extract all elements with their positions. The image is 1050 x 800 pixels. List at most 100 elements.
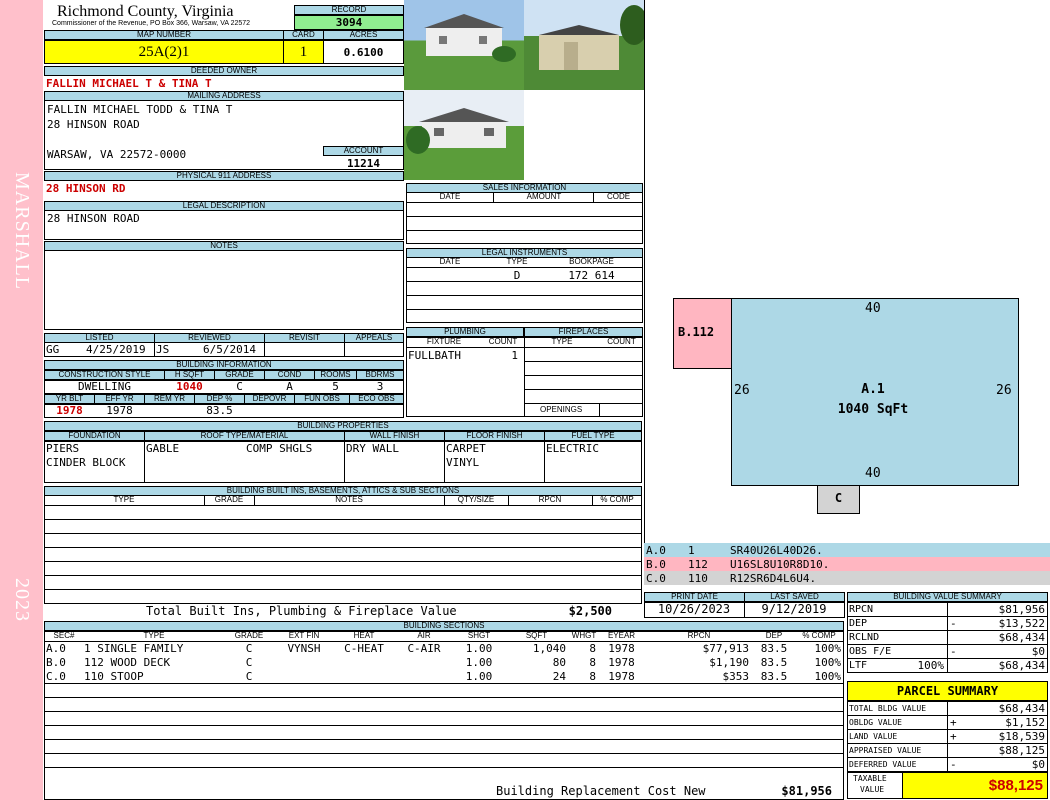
physical-address-label: PHYSICAL 911 ADDRESS: [44, 171, 404, 181]
effyr-label: EFF YR: [94, 394, 145, 404]
bvs-dep-label: DEP: [849, 618, 868, 629]
notes-box: [44, 250, 404, 330]
section-row: A.0 1 SINGLE FAMILY C VYNSH C-HEAT C-AIR 1.00 1…: [44, 642, 844, 656]
section-cell-sqft: 1,040: [532, 642, 566, 655]
section-cell-whgt: 8: [589, 656, 596, 669]
last-saved: 9/12/2019: [761, 602, 827, 616]
section-cell-rpcn: $353: [722, 670, 750, 683]
sidebar: MARSHALL 2023: [0, 0, 43, 800]
sec-col-air: AIR: [417, 631, 431, 640]
shed-photo: [524, 0, 648, 90]
sec-col-comp: % COMP: [802, 631, 836, 640]
bdrms-label: BDRMS: [356, 370, 404, 380]
sec-col-sqft: SQFT: [525, 631, 548, 640]
fuel-type: ELECTRIC: [546, 442, 599, 455]
dep-value: 83.5: [206, 404, 233, 417]
sales-col-code: CODE: [606, 192, 631, 201]
builtins-col-grade: GRADE: [214, 495, 244, 504]
section-cell-sec: C.0: [46, 670, 66, 683]
mailing-line2: 28 HINSON ROAD: [47, 118, 140, 131]
commissioner-line: Commissioner of the Revenue, PO Box 366,…: [52, 20, 251, 27]
section-cell-type: 110 STOOP: [84, 670, 144, 683]
yrblt-label: YR BLT: [44, 394, 95, 404]
sec-col-rpcn: RPCN: [687, 631, 711, 640]
land-value: $18,539: [998, 730, 1045, 743]
sales-col-amount: AMOUNT: [526, 192, 562, 201]
section-cell-extfin: VYNSH: [287, 642, 321, 655]
section-cell-comp: 100%: [814, 656, 842, 669]
builtins-col-comp: % COMP: [600, 495, 634, 504]
ecoobs-label: ECO OBS: [349, 394, 404, 404]
wall-finish: DRY WALL: [346, 442, 399, 455]
house-photo-1: [404, 0, 524, 90]
listed-date: 4/25/2019: [86, 343, 146, 356]
roof-label: ROOF TYPE/MATERIAL: [144, 431, 345, 441]
year-label: 2023: [11, 578, 33, 622]
sketch-bottom-dim: 40: [865, 466, 881, 481]
bdrms-value: 3: [376, 380, 384, 393]
section-cell-rpcn: $77,913: [702, 642, 749, 655]
section-cell-type: 1 SINGLE FAMILY: [84, 642, 184, 655]
foundation-label: FOUNDATION: [44, 431, 145, 441]
section-cell-shgt: 1.00: [465, 670, 493, 683]
builtins-col-qty: QTY/SIZE: [457, 495, 495, 504]
section-cell-whgt: 8: [589, 670, 596, 683]
instr-col-date: DATE: [439, 257, 461, 266]
owner-name: FALLIN MICHAEL T & TINA T: [46, 77, 212, 90]
acres-value: 0.6100: [323, 40, 404, 64]
obldg-value: $1,152: [1005, 716, 1045, 729]
bvs-ltf-pct: 100%: [917, 659, 945, 672]
fixture-label: FIXTURE: [426, 337, 462, 346]
openings-label: OPENINGS: [540, 405, 583, 414]
floor-finish-1: CARPET: [446, 442, 486, 455]
builtins-col-type: TYPE: [113, 495, 135, 504]
rooms-value: 5: [332, 380, 339, 393]
parcel-summary-title: PARCEL SUMMARY: [847, 681, 1048, 701]
bvs-rclnd: $68,434: [998, 631, 1045, 644]
bvs-label: BUILDING VALUE SUMMARY: [847, 592, 1048, 602]
sec-col-type: TYPE: [143, 631, 165, 640]
building-info-label: BUILDING INFORMATION: [44, 360, 404, 370]
county-title: Richmond County, Virginia: [57, 3, 234, 20]
brcn-value: $81,956: [781, 784, 832, 798]
house-photo-2: [404, 90, 524, 180]
sketch-area-label: 1040 SqFt: [837, 402, 909, 417]
section-cell-grade: C: [245, 670, 253, 683]
fixture-value: FULLBATH: [408, 349, 461, 362]
section-row: B.0 112 WOOD DECK C 1.00 80 8 1978 $1,190 83.5 10…: [44, 656, 844, 670]
print-date: 10/26/2023: [657, 602, 731, 616]
tbv-label: TOTAL BLDG VALUE: [849, 704, 927, 713]
section-cell-grade: C: [245, 656, 253, 669]
section-cell-eyear: 1978: [608, 670, 635, 683]
section-cell-heat: C-HEAT: [344, 642, 384, 655]
sec-col-dep: DEP: [765, 631, 783, 640]
mailing-line1: FALLIN MICHAEL TODD & TINA T: [47, 103, 233, 116]
roof-type: GABLE: [146, 442, 180, 455]
builtins-table: [44, 495, 642, 604]
plumbing-label: PLUMBING: [406, 327, 524, 337]
bvs-obs: $0: [1031, 645, 1045, 658]
roof-material: COMP SHGLS: [246, 442, 313, 455]
sec-col-extfin: EXT FIN: [288, 631, 320, 640]
card-value: 1: [283, 40, 324, 64]
section-cell-dep: 83.5: [760, 670, 788, 683]
builtins-col-rpcn: RPCN: [538, 495, 562, 504]
taxable-value-box: $88,125: [902, 772, 1048, 799]
instr-col-type: TYPE: [506, 257, 528, 266]
sec-col-grade: GRADE: [234, 631, 264, 640]
last-saved-label: LAST SAVED: [744, 592, 845, 602]
legend-row-c: C.0 110 R12SR6D4L6U4.: [644, 571, 1050, 585]
deferred-value: $0: [1031, 758, 1045, 771]
appraised-value: $88,125: [998, 744, 1045, 757]
bvs-ltf-label: LTF: [849, 660, 868, 671]
hsqft-label: H SQFT: [164, 370, 215, 380]
rooms-label: ROOMS: [314, 370, 357, 380]
cs-label: CONSTRUCTION STYLE: [44, 370, 165, 380]
section-cell-eyear: 1978: [608, 656, 635, 669]
sec-col-sec: SEC#: [53, 631, 75, 640]
reviewed-date: 6/5/2014: [203, 343, 256, 356]
foundation-1: PIERS: [46, 442, 80, 455]
floor-finish-2: VINYL: [446, 456, 480, 469]
section-cell-sqft: 24: [552, 670, 566, 683]
land-label: LAND VALUE: [849, 732, 898, 741]
